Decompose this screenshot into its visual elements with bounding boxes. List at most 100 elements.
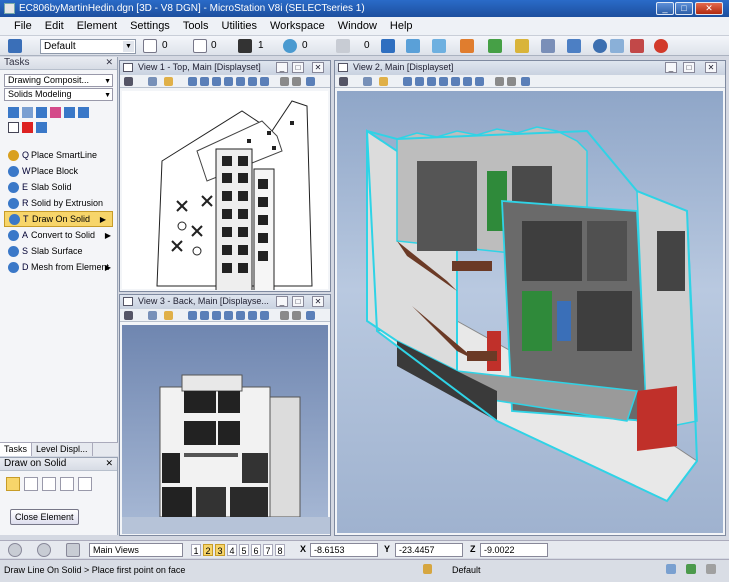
view-2-minimize-button[interactable]: _ — [665, 62, 677, 73]
maximize-button[interactable]: □ — [675, 2, 693, 15]
lighting-icon[interactable] — [164, 311, 173, 320]
level-manager-icon[interactable] — [8, 39, 22, 53]
class-value[interactable]: 0 — [302, 40, 308, 51]
y-coordinate-field[interactable]: -23.4457 — [395, 543, 463, 557]
help-icon[interactable] — [593, 39, 607, 53]
lighting-icon[interactable] — [379, 77, 388, 86]
window-area-icon[interactable] — [224, 311, 233, 320]
rotate-view-icon[interactable] — [248, 311, 257, 320]
circle-mode-icon[interactable] — [42, 477, 56, 491]
minimize-button[interactable]: _ — [656, 2, 674, 15]
view-attributes-icon[interactable] — [339, 77, 348, 86]
display-style-icon[interactable] — [363, 77, 372, 86]
task-convert-to-solid[interactable]: A Convert to Solid ▶ — [0, 227, 117, 243]
view-3-minimize-button[interactable]: _ — [276, 296, 288, 307]
weight-value[interactable]: 1 — [258, 40, 264, 51]
transparency-value[interactable]: 0 — [364, 40, 370, 51]
rotate-view-icon[interactable] — [248, 77, 257, 86]
zoom-in-icon[interactable] — [200, 77, 209, 86]
select-icon[interactable] — [8, 122, 19, 133]
clip-volume-icon[interactable] — [306, 77, 315, 86]
fit-view-icon[interactable] — [236, 77, 245, 86]
pan-view-icon[interactable] — [260, 311, 269, 320]
task-draw-on-solid[interactable]: T Draw On Solid ▶ — [4, 211, 113, 227]
line-mode-icon[interactable] — [6, 477, 20, 491]
view-toggle-3[interactable]: 3 — [215, 544, 225, 556]
lighting-icon[interactable] — [164, 77, 173, 86]
sync-icon[interactable] — [686, 564, 696, 574]
stop-icon[interactable] — [654, 39, 668, 53]
view-1-restore-button[interactable]: □ — [292, 62, 304, 73]
update-view-icon[interactable] — [188, 311, 197, 320]
delete-icon[interactable] — [22, 122, 33, 133]
shape-mode-icon[interactable] — [60, 477, 74, 491]
view-groups-icon[interactable] — [66, 543, 80, 557]
view-attributes-icon[interactable] — [124, 311, 133, 320]
task-slab-surface[interactable]: S Slab Surface — [0, 243, 117, 259]
view-1-canvas[interactable] — [122, 91, 328, 292]
close-element-button[interactable]: Close Element — [10, 509, 79, 525]
z-coordinate-field[interactable]: -9.0022 — [480, 543, 548, 557]
arc-mode-icon[interactable] — [78, 477, 92, 491]
zoom-out-icon[interactable] — [212, 311, 221, 320]
menu-settings[interactable]: Settings — [130, 20, 170, 32]
display-style-icon[interactable] — [148, 77, 157, 86]
menu-tools[interactable]: Tools — [183, 20, 209, 32]
tasks-close-icon[interactable]: ✕ — [105, 57, 113, 68]
update-view-icon[interactable] — [188, 77, 197, 86]
zoom-out-icon[interactable] — [427, 77, 436, 86]
task-slab-solid[interactable]: E Slab Solid — [0, 179, 117, 195]
transparency-icon[interactable] — [336, 39, 350, 53]
line-weight-icon[interactable] — [238, 39, 252, 53]
task-place-block[interactable]: W Place Block — [0, 163, 117, 179]
view-3-canvas[interactable] — [122, 325, 330, 534]
extrude-icon[interactable] — [8, 107, 19, 118]
view-toggle-2[interactable]: 2 — [203, 544, 213, 556]
project-icon[interactable] — [630, 39, 644, 53]
view-toggle-7[interactable]: 7 — [263, 544, 273, 556]
view-attributes-icon[interactable] — [124, 77, 133, 86]
view-1-minimize-button[interactable]: _ — [276, 62, 288, 73]
clip-volume-icon[interactable] — [306, 311, 315, 320]
view-3-restore-button[interactable]: □ — [292, 296, 304, 307]
tab-tasks[interactable]: Tasks — [0, 443, 33, 456]
menu-element[interactable]: Element — [77, 20, 117, 32]
fillet-icon[interactable] — [78, 107, 89, 118]
line-style-icon[interactable] — [193, 39, 207, 53]
view-3-close-button[interactable]: ✕ — [312, 296, 324, 307]
menu-help[interactable]: Help — [390, 20, 413, 32]
display-style-icon[interactable] — [148, 311, 157, 320]
view-next-icon[interactable] — [292, 311, 301, 320]
task-group-combo[interactable]: Drawing Composit... ▼ — [4, 74, 113, 87]
view-previous-icon[interactable] — [280, 311, 289, 320]
model-icon[interactable] — [666, 564, 676, 574]
tab-level-display[interactable]: Level Displ... — [32, 443, 93, 456]
x-coordinate-field[interactable]: -8.6153 — [310, 543, 378, 557]
revolve-icon[interactable] — [22, 107, 33, 118]
update-view-icon[interactable] — [403, 77, 412, 86]
menu-workspace[interactable]: Workspace — [270, 20, 325, 32]
cut-icon[interactable] — [64, 107, 75, 118]
window-area-icon[interactable] — [439, 77, 448, 86]
fence-icon[interactable] — [406, 39, 420, 53]
menu-utilities[interactable]: Utilities — [222, 20, 257, 32]
modify-icon[interactable] — [460, 39, 474, 53]
fit-view-icon[interactable] — [451, 77, 460, 86]
rotate-view-icon[interactable] — [463, 77, 472, 86]
color-icon[interactable] — [143, 39, 157, 53]
measure-icon[interactable] — [541, 39, 555, 53]
view-2-restore-button[interactable]: □ — [683, 62, 695, 73]
view-1-close-button[interactable]: ✕ — [312, 62, 324, 73]
view-previous-icon[interactable] — [495, 77, 504, 86]
task-solid-by-extrusion[interactable]: R Solid by Extrusion — [0, 195, 117, 211]
dimension-icon[interactable] — [567, 39, 581, 53]
view-toggle-8[interactable]: 8 — [275, 544, 285, 556]
element-selection-icon[interactable] — [381, 39, 395, 53]
menu-window[interactable]: Window — [338, 20, 377, 32]
menu-edit[interactable]: Edit — [45, 20, 64, 32]
task-mesh-from-element[interactable]: D Mesh from Element ▶ — [0, 259, 117, 275]
tool-settings-close-icon[interactable]: ✕ — [105, 458, 113, 469]
fit-view-icon[interactable] — [236, 311, 245, 320]
view-next-icon[interactable] — [507, 77, 516, 86]
class-icon[interactable] — [283, 39, 297, 53]
